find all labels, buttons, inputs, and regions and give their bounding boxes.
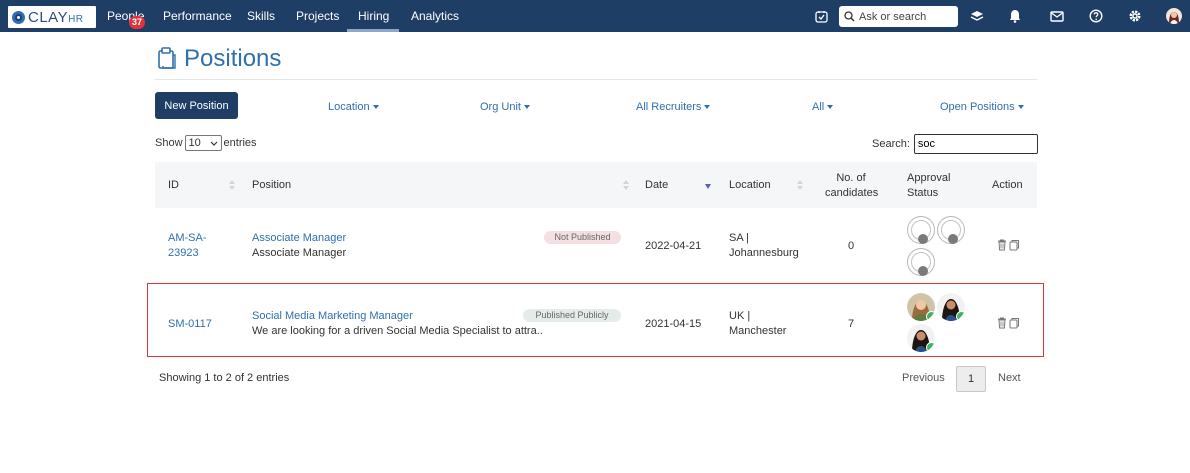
- show-label: Show: [155, 137, 183, 149]
- logo-mark-icon: [12, 10, 25, 24]
- caret-down-icon: [704, 105, 711, 110]
- status-badge: Not Published: [544, 231, 621, 244]
- position-description: Associate Manager: [252, 247, 347, 259]
- pending-status-icon: [948, 234, 958, 244]
- nav-skills[interactable]: Skills: [247, 9, 275, 23]
- sort-icon[interactable]: [623, 180, 629, 191]
- next-page-button[interactable]: Next: [998, 372, 1021, 384]
- column-header-action: Action: [992, 179, 1023, 191]
- help-icon[interactable]: [1088, 8, 1104, 24]
- position-date: 2022-04-21: [645, 240, 702, 252]
- caret-down-icon: [827, 105, 834, 110]
- chevron-down-icon: [210, 141, 217, 146]
- all-filter-dropdown[interactable]: All: [812, 101, 834, 113]
- caret-down-icon: [523, 105, 530, 110]
- recruiters-filter-dropdown[interactable]: All Recruiters: [636, 101, 711, 113]
- copy-icon[interactable]: [1009, 239, 1020, 251]
- people-notification-badge: 37: [129, 16, 145, 29]
- table-row: AM-SA- 23923 Associate Manager Associate …: [155, 208, 1037, 283]
- page-1-button[interactable]: 1: [956, 366, 986, 392]
- delete-icon[interactable]: [997, 239, 1007, 251]
- column-header-date[interactable]: Date: [645, 178, 668, 193]
- logo-text: CLAYHR: [28, 8, 84, 26]
- sort-icon[interactable]: [797, 180, 803, 191]
- nav-performance[interactable]: Performance: [163, 9, 232, 23]
- previous-page-button[interactable]: Previous: [902, 372, 945, 384]
- checklist-icon[interactable]: [813, 8, 829, 24]
- open-positions-filter-dropdown[interactable]: Open Positions: [940, 101, 1024, 113]
- table-search-input[interactable]: [913, 134, 1038, 154]
- row-highlight-box: [147, 283, 1044, 357]
- column-header-candidates[interactable]: No. of candidates: [825, 171, 878, 201]
- clayhr-logo[interactable]: CLAYHR: [8, 6, 96, 28]
- entries-select-value: 10: [188, 137, 201, 149]
- search-icon: [844, 11, 855, 22]
- sort-desc-icon[interactable]: [705, 184, 711, 189]
- entries-label: entries: [223, 137, 257, 149]
- search-label: Search:: [872, 138, 910, 150]
- new-position-button[interactable]: New Position: [155, 92, 238, 119]
- position-title-link[interactable]: Associate Manager: [252, 231, 346, 246]
- table-search: Search:: [872, 134, 1038, 154]
- org-unit-filter-dropdown[interactable]: Org Unit: [480, 101, 530, 113]
- candidate-count: 0: [848, 240, 855, 252]
- position-location: SA | Johannesburg: [729, 232, 799, 259]
- approver-pending-avatar[interactable]: [937, 216, 965, 244]
- approver-pending-avatar[interactable]: [907, 248, 935, 276]
- column-header-position[interactable]: Position: [252, 178, 291, 193]
- pending-status-icon: [918, 266, 928, 276]
- pending-status-icon: [918, 234, 928, 244]
- entries-select[interactable]: 10: [184, 135, 222, 151]
- nav-hiring[interactable]: Hiring: [358, 9, 389, 23]
- clipboard-icon: [157, 46, 177, 70]
- global-search-input[interactable]: [859, 10, 954, 23]
- nav-projects[interactable]: Projects: [296, 9, 339, 23]
- settings-gear-icon[interactable]: [1127, 8, 1143, 24]
- layers-icon[interactable]: [969, 8, 985, 24]
- row-actions: [997, 239, 1020, 251]
- column-header-id[interactable]: ID: [168, 178, 179, 193]
- table-header: ID Position Date Location No. of candidat…: [155, 162, 1037, 208]
- global-search[interactable]: [839, 6, 958, 27]
- bell-icon[interactable]: [1007, 8, 1023, 24]
- caret-down-icon: [372, 105, 379, 110]
- user-avatar[interactable]: [1166, 8, 1182, 24]
- page-title: Positions: [184, 45, 282, 72]
- caret-down-icon: [1017, 105, 1024, 110]
- approver-pending-avatar[interactable]: [907, 216, 935, 244]
- nav-analytics[interactable]: Analytics: [411, 9, 459, 23]
- title-divider: [155, 79, 1037, 80]
- mail-icon[interactable]: [1049, 8, 1065, 24]
- nav-active-indicator: [347, 29, 399, 32]
- top-navbar: CLAYHR People 37 Performance Skills Proj…: [0, 0, 1190, 32]
- location-filter-dropdown[interactable]: Location: [328, 101, 379, 113]
- table-info: Showing 1 to 2 of 2 entries: [159, 372, 290, 384]
- position-id-link[interactable]: AM-SA- 23923: [168, 231, 207, 261]
- column-header-approval-status[interactable]: Approval Status: [907, 171, 950, 201]
- column-header-location[interactable]: Location: [729, 178, 771, 193]
- sort-icon[interactable]: [229, 180, 235, 191]
- entries-length-control: Show 10 entries: [155, 135, 257, 151]
